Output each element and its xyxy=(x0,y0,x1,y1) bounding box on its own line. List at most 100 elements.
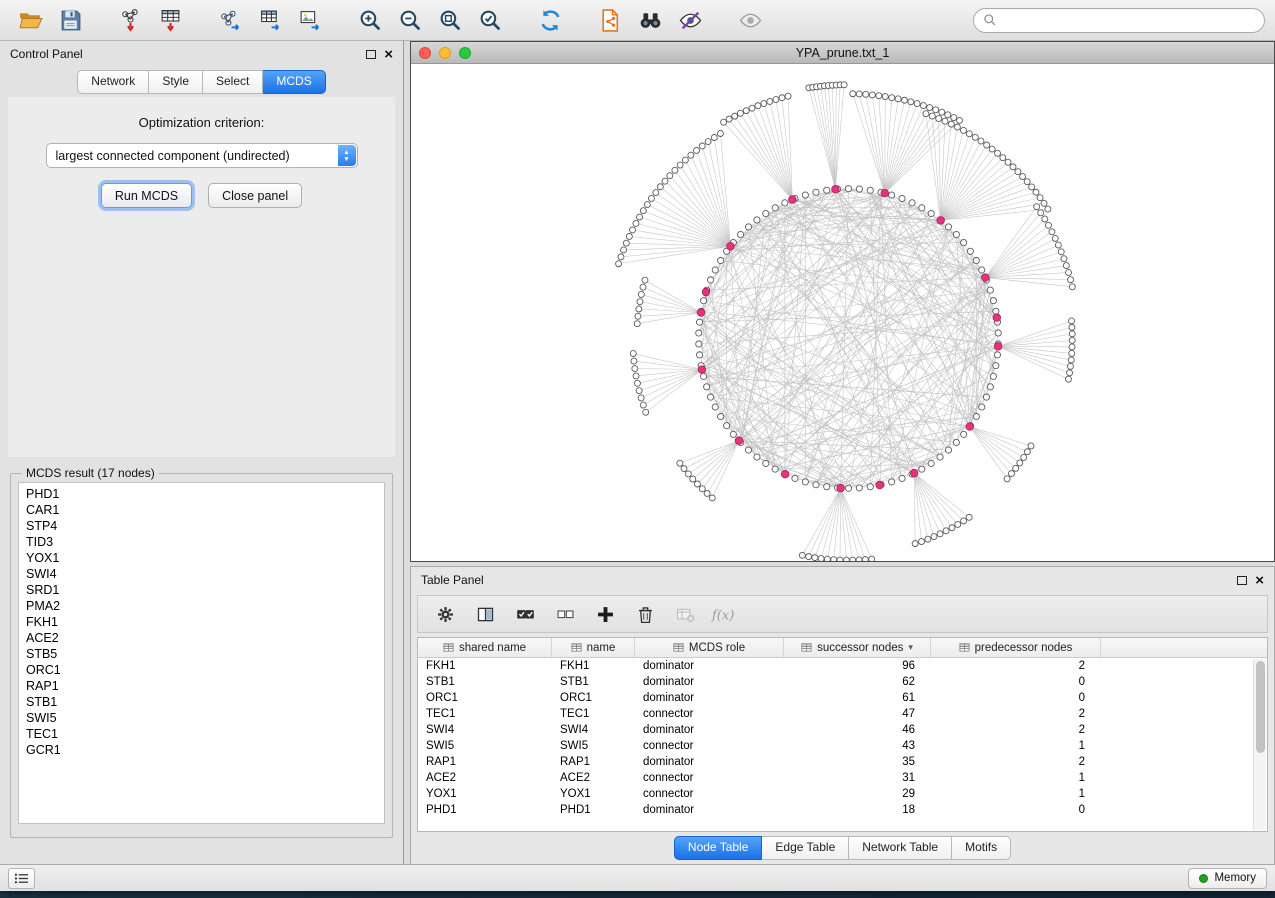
mcds-result-node[interactable]: STB5 xyxy=(26,646,377,662)
float-panel-icon[interactable] xyxy=(366,50,376,59)
tab-select[interactable]: Select xyxy=(203,70,263,93)
application-window: Control Panel × NetworkStyleSelectMCDS O… xyxy=(0,0,1275,891)
table-row[interactable]: STB1STB1dominator620 xyxy=(418,674,1267,690)
mcds-result-node[interactable]: STP4 xyxy=(26,518,377,534)
close-mcds-panel-button[interactable]: Close panel xyxy=(208,183,302,208)
share-document-icon xyxy=(598,8,623,33)
export-image-button[interactable] xyxy=(290,3,330,37)
search-network-button[interactable] xyxy=(630,3,670,37)
mcds-result-node[interactable]: CAR1 xyxy=(26,502,377,518)
memory-button[interactable]: Memory xyxy=(1188,868,1267,889)
task-history-button[interactable] xyxy=(8,868,35,889)
share-document-button[interactable] xyxy=(590,3,630,37)
tab-motifs[interactable]: Motifs xyxy=(952,836,1011,859)
column-header-MCDS-role[interactable]: MCDS role xyxy=(635,638,784,657)
mcds-result-node[interactable]: STB1 xyxy=(26,694,377,710)
table-row[interactable]: PHD1PHD1dominator180 xyxy=(418,802,1267,818)
mcds-result-node[interactable]: TID3 xyxy=(26,534,377,550)
function-icon: f(x) xyxy=(710,604,740,625)
mcds-result-node[interactable]: SWI4 xyxy=(26,566,377,582)
select-all-button[interactable] xyxy=(510,599,540,629)
mcds-result-node[interactable]: YOX1 xyxy=(26,550,377,566)
gear-icon xyxy=(435,604,456,625)
zoom-out-icon xyxy=(398,8,423,33)
svg-text:f(x): f(x) xyxy=(711,608,734,623)
import-network-button[interactable] xyxy=(110,3,150,37)
table-row[interactable]: SWI5SWI5connector431 xyxy=(418,738,1267,754)
zoom-selected-button[interactable] xyxy=(470,3,510,37)
search-box[interactable] xyxy=(973,8,1265,33)
zoom-fit-button[interactable] xyxy=(430,3,470,37)
mcds-result-list[interactable]: PHD1CAR1STP4TID3YOX1SWI4SRD1PMA2FKH1ACE2… xyxy=(18,482,385,824)
open-folder-button[interactable] xyxy=(10,3,50,37)
mcds-result-node[interactable]: GCR1 xyxy=(26,742,377,758)
shared-name-cell: SWI5 xyxy=(418,740,552,752)
table-panel: Table Panel × f(x) shared namenameMCDS r… xyxy=(410,566,1275,864)
zoom-in-button[interactable] xyxy=(350,3,390,37)
column-label: successor nodes xyxy=(817,642,903,654)
delete-button[interactable] xyxy=(630,599,660,629)
tab-node-table[interactable]: Node Table xyxy=(674,836,763,859)
search-input[interactable] xyxy=(1003,13,1255,27)
column-header-successor-nodes[interactable]: successor nodes▾ xyxy=(784,638,931,657)
mcds-result-node[interactable]: PMA2 xyxy=(26,598,377,614)
table-row[interactable]: ACE2ACE2connector311 xyxy=(418,770,1267,786)
float-table-panel-icon[interactable] xyxy=(1237,576,1247,585)
import-table-button[interactable] xyxy=(150,3,190,37)
table-row[interactable]: RAP1RAP1dominator352 xyxy=(418,754,1267,770)
predecessor-count-cell: 0 xyxy=(931,692,1101,704)
table-scrollbar[interactable] xyxy=(1253,659,1266,830)
refresh-button[interactable] xyxy=(530,3,570,37)
mcds-tab-content: Optimization criterion: largest connecte… xyxy=(8,97,395,457)
right-side: YPA_prune.txt_1 Table Panel × f(x) share… xyxy=(404,41,1275,864)
mcds-result-node[interactable]: SRD1 xyxy=(26,582,377,598)
name-cell: STB1 xyxy=(552,676,635,688)
optimization-criterion-select[interactable]: largest connected component (undirected)… xyxy=(46,143,358,168)
tab-network-table[interactable]: Network Table xyxy=(849,836,952,859)
search-icon xyxy=(983,13,997,27)
network-canvas[interactable] xyxy=(411,64,1274,561)
predecessor-count-cell: 1 xyxy=(931,788,1101,800)
scrollbar-thumb[interactable] xyxy=(1256,661,1265,753)
show-details-button[interactable] xyxy=(730,3,770,37)
network-window-titlebar[interactable]: YPA_prune.txt_1 xyxy=(411,42,1274,64)
table-row[interactable]: TEC1TEC1connector472 xyxy=(418,706,1267,722)
close-table-panel-icon[interactable]: × xyxy=(1255,573,1264,588)
table-row[interactable]: SWI4SWI4dominator462 xyxy=(418,722,1267,738)
main-toolbar xyxy=(0,0,1275,41)
close-panel-icon[interactable]: × xyxy=(384,47,393,62)
mcds-result-node[interactable]: ORC1 xyxy=(26,662,377,678)
column-header-predecessor-nodes[interactable]: predecessor nodes xyxy=(931,638,1101,657)
mcds-result-title: MCDS result (17 nodes) xyxy=(22,466,159,480)
hide-details-button[interactable] xyxy=(670,3,710,37)
close-window-icon[interactable] xyxy=(419,47,431,59)
export-network-button[interactable] xyxy=(210,3,250,37)
add-button[interactable] xyxy=(590,599,620,629)
columns-button[interactable] xyxy=(470,599,500,629)
export-table-button[interactable] xyxy=(250,3,290,37)
run-mcds-button[interactable]: Run MCDS xyxy=(101,183,192,208)
save-button[interactable] xyxy=(50,3,90,37)
column-header-filler xyxy=(1101,638,1267,657)
table-row[interactable]: ORC1ORC1dominator610 xyxy=(418,690,1267,706)
column-header-name[interactable]: name xyxy=(552,638,635,657)
tab-network[interactable]: Network xyxy=(77,70,149,93)
maximize-window-icon[interactable] xyxy=(459,47,471,59)
tab-style[interactable]: Style xyxy=(149,70,203,93)
gear-button[interactable] xyxy=(430,599,460,629)
unselect-all-button[interactable] xyxy=(550,599,580,629)
mcds-result-node[interactable]: FKH1 xyxy=(26,614,377,630)
tab-edge-table[interactable]: Edge Table xyxy=(762,836,849,859)
mcds-result-node[interactable]: ACE2 xyxy=(26,630,377,646)
minimize-window-icon[interactable] xyxy=(439,47,451,59)
zoom-out-button[interactable] xyxy=(390,3,430,37)
tab-mcds[interactable]: MCDS xyxy=(263,70,325,93)
mcds-result-node[interactable]: SWI5 xyxy=(26,710,377,726)
column-header-shared-name[interactable]: shared name xyxy=(418,638,552,657)
predecessor-count-cell: 2 xyxy=(931,724,1101,736)
table-row[interactable]: YOX1YOX1connector291 xyxy=(418,786,1267,802)
mcds-result-node[interactable]: TEC1 xyxy=(26,726,377,742)
table-row[interactable]: FKH1FKH1dominator962 xyxy=(418,658,1267,674)
mcds-result-node[interactable]: RAP1 xyxy=(26,678,377,694)
mcds-result-node[interactable]: PHD1 xyxy=(26,486,377,502)
